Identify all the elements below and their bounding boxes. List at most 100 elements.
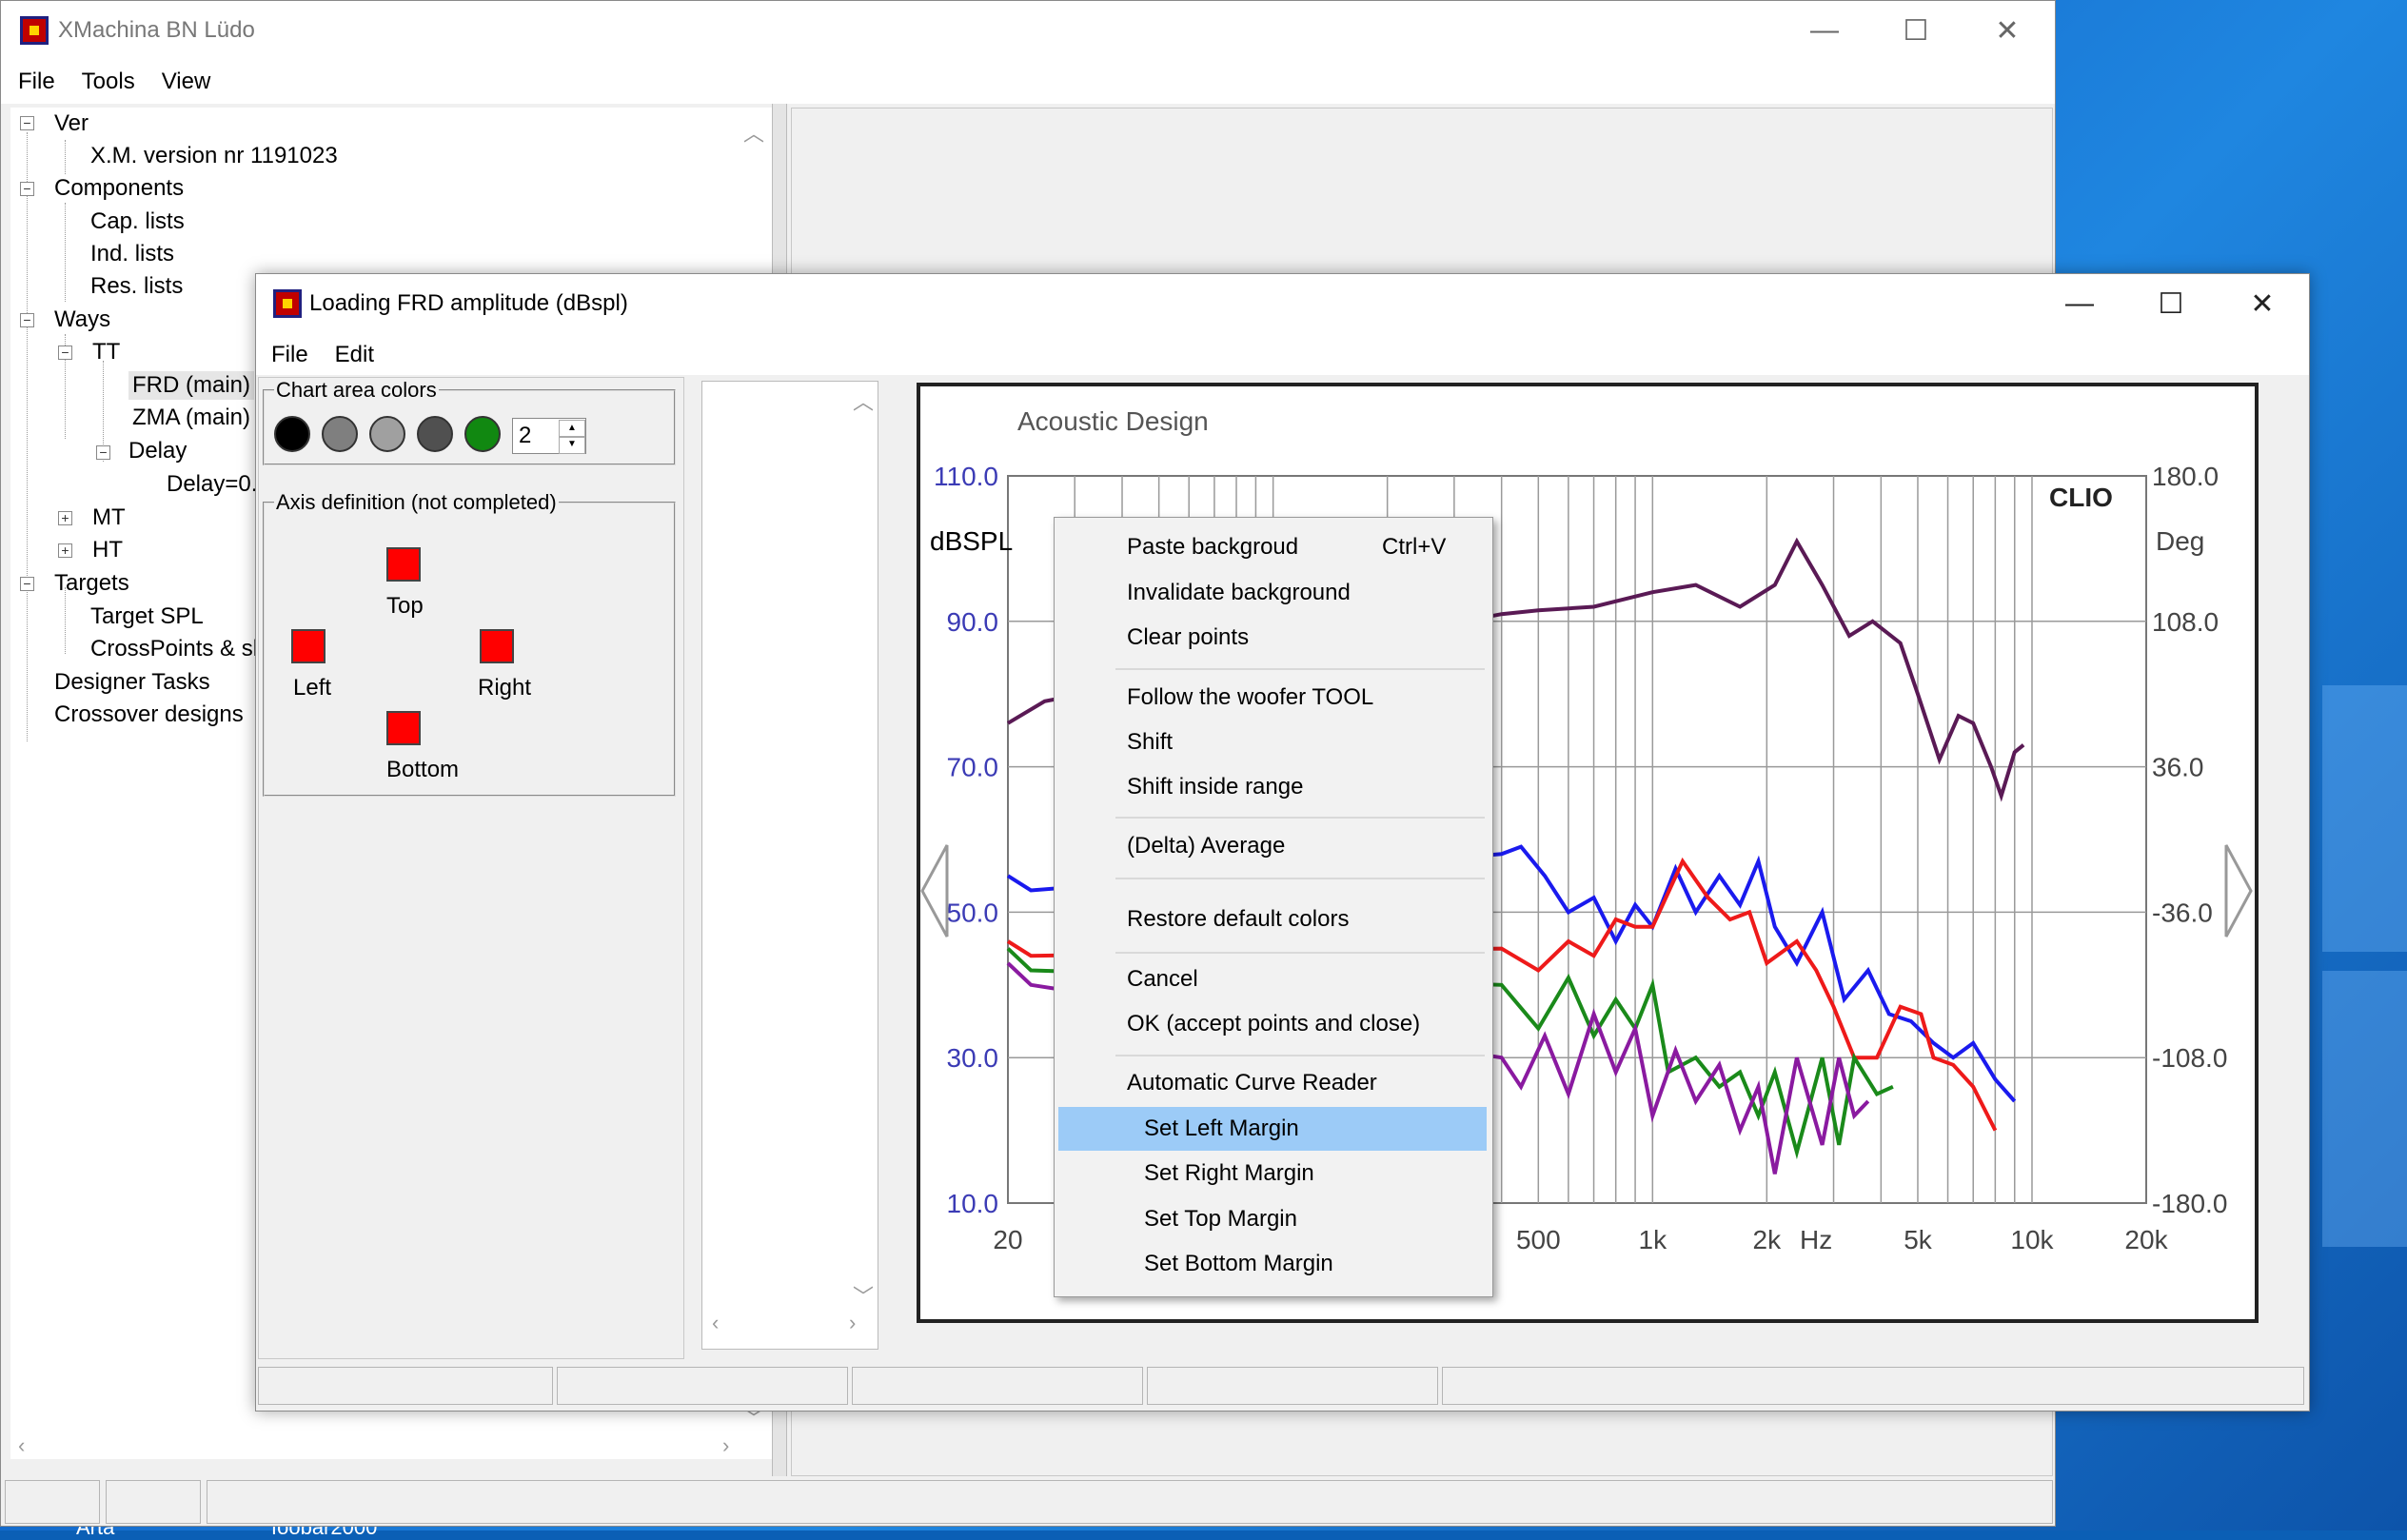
chart-brand-text: Acoustic Design [1017, 406, 1209, 436]
tree-item-ht[interactable]: HT [92, 536, 123, 564]
maximize-button[interactable]: ☐ [1870, 1, 1962, 60]
child-minimize-button[interactable]: — [2034, 274, 2125, 333]
menu-item-delta-average[interactable]: (Delta) Average [1058, 824, 1487, 868]
tree-item-tt[interactable]: TT [92, 338, 120, 366]
child-close-button[interactable]: ✕ [2217, 274, 2308, 333]
menu-item-follow-woofer[interactable]: Follow the woofer TOOL [1058, 676, 1487, 720]
x-tick-label: 1k [1639, 1225, 1668, 1254]
tree-scroll-up[interactable]: ︿ [743, 117, 764, 148]
menu-item-restore-colors[interactable]: Restore default colors [1058, 898, 1487, 941]
x-tick-label: 10k [2010, 1225, 2054, 1254]
menu-file[interactable]: File [5, 60, 69, 104]
tree-item-mt[interactable]: MT [92, 503, 126, 532]
menu-item-set-bottom-margin[interactable]: Set Bottom Margin [1058, 1242, 1487, 1286]
right-unit-label: Deg [2156, 526, 2204, 556]
tree-item-res-lists[interactable]: Res. lists [90, 272, 183, 301]
list-scroll-up[interactable]: ︿ [853, 385, 874, 416]
tree-line [27, 132, 28, 741]
child-titlebar[interactable]: Loading FRD amplitude (dBspl) — ☐ ✕ [256, 274, 2309, 333]
minimize-button[interactable]: — [1779, 1, 1870, 60]
child-maximize-button[interactable]: ☐ [2125, 274, 2217, 333]
left-unit-label: dBSPL [930, 526, 1013, 556]
menu-item-set-top-margin[interactable]: Set Top Margin [1058, 1197, 1487, 1241]
tree-scroll-right[interactable]: › [722, 1433, 729, 1458]
collapse-toggle[interactable]: − [58, 346, 72, 360]
x-unit-label: Hz [1800, 1225, 1832, 1254]
list-scroll-right[interactable]: › [849, 1311, 856, 1335]
menu-item-clear-points[interactable]: Clear points [1058, 616, 1487, 660]
collapse-toggle[interactable]: − [20, 116, 34, 130]
collapse-toggle[interactable]: − [96, 445, 110, 460]
color-spinner-value: 2 [519, 423, 532, 448]
collapse-toggle[interactable]: − [20, 313, 34, 327]
tree-item-cap-lists[interactable]: Cap. lists [90, 207, 185, 236]
tree-item-designer-tasks[interactable]: Designer Tasks [54, 668, 210, 697]
menu-item-shift[interactable]: Shift [1058, 721, 1487, 764]
menu-item-paste-background[interactable]: Paste backgroud Ctrl+V [1058, 525, 1487, 569]
list-scroll-down[interactable]: ﹀ [853, 1280, 874, 1311]
menu-separator [1115, 1055, 1485, 1056]
expand-toggle[interactable]: + [58, 511, 72, 525]
color-spinner[interactable]: 2 ▲ ▼ [512, 418, 586, 454]
menu-item-set-right-margin[interactable]: Set Right Margin [1058, 1152, 1487, 1195]
y-tick-label: 90.0 [947, 607, 999, 637]
child-status-cell [557, 1367, 848, 1405]
color-swatch-gray[interactable] [322, 416, 358, 452]
app-icon [20, 16, 49, 45]
menu-item-set-left-margin[interactable]: Set Left Margin [1058, 1107, 1487, 1151]
menu-item-ok-accept[interactable]: OK (accept points and close) [1058, 1002, 1487, 1046]
list-scroll-left[interactable]: ‹ [712, 1311, 719, 1335]
menu-item-invalidate-background[interactable]: Invalidate background [1058, 571, 1487, 615]
tree-item-frd-main[interactable]: FRD (main) [128, 371, 254, 400]
child-menubar: File Edit [256, 333, 2309, 375]
tree-item-zma-main[interactable]: ZMA (main) [132, 404, 250, 432]
menu-view[interactable]: View [148, 60, 225, 104]
collapse-toggle[interactable]: − [20, 577, 34, 591]
child-status-bar [258, 1367, 2304, 1407]
collapse-toggle[interactable]: − [20, 182, 34, 196]
menu-item-shift-inside-range[interactable]: Shift inside range [1058, 765, 1487, 809]
child-menu-edit[interactable]: Edit [322, 333, 387, 375]
clio-logo-text: CLIO [2049, 483, 2113, 512]
x-tick-label: 5k [1904, 1225, 1933, 1254]
points-list[interactable]: ︿ ﹀ ‹ › [701, 381, 878, 1350]
y-tick-label: 110.0 [934, 462, 998, 491]
tree-item-components[interactable]: Components [54, 174, 184, 203]
expand-toggle[interactable]: + [58, 543, 72, 558]
color-swatch-light-gray[interactable] [369, 416, 405, 452]
close-button[interactable]: ✕ [1962, 1, 2053, 60]
menu-tools[interactable]: Tools [69, 60, 148, 104]
color-swatch-green[interactable] [464, 416, 501, 452]
child-status-cell [1442, 1367, 2304, 1405]
tree-item-ways[interactable]: Ways [54, 306, 110, 334]
axis-bottom-marker[interactable] [386, 711, 421, 745]
main-titlebar[interactable]: XMachina BN Lüdo — ☐ ✕ [1, 1, 2055, 60]
tree-item-delay[interactable]: Delay [128, 437, 187, 465]
tree-item-targets[interactable]: Targets [54, 569, 129, 598]
tree-item-version[interactable]: X.M. version nr 1191023 [90, 142, 338, 170]
spinner-down[interactable]: ▼ [559, 436, 585, 454]
x-tick-label: 20 [993, 1225, 1022, 1254]
right-tick-label: -36.0 [2152, 898, 2213, 927]
axis-left-marker[interactable] [291, 629, 326, 663]
tree-item-ind-lists[interactable]: Ind. lists [90, 240, 174, 268]
axis-bottom-label: Bottom [386, 757, 460, 782]
right-tick-label: -180.0 [2152, 1189, 2227, 1218]
menu-item-automatic-curve-reader[interactable]: Automatic Curve Reader [1058, 1061, 1487, 1105]
color-swatch-dark-gray[interactable] [417, 416, 453, 452]
axis-top-marker[interactable] [386, 547, 421, 582]
main-menubar: File Tools View [1, 60, 2055, 104]
tree-item-ver[interactable]: Ver [54, 109, 89, 138]
chart-colors-legend: Chart area colors [276, 378, 437, 402]
color-swatch-black[interactable] [274, 416, 310, 452]
status-cell [106, 1480, 201, 1524]
axis-definition-legend: Axis definition (not completed) [276, 490, 557, 514]
menu-item-cancel[interactable]: Cancel [1058, 958, 1487, 1001]
tree-item-crossover-designs[interactable]: Crossover designs [54, 701, 244, 729]
child-menu-file[interactable]: File [258, 333, 322, 375]
desktop-logo-pane [2322, 971, 2407, 1247]
tree-item-target-spl[interactable]: Target SPL [90, 602, 204, 631]
chart-context-menu: Paste backgroud Ctrl+V Invalidate backgro… [1054, 517, 1493, 1297]
tree-scroll-left[interactable]: ‹ [18, 1433, 25, 1458]
axis-right-marker[interactable] [480, 629, 514, 663]
